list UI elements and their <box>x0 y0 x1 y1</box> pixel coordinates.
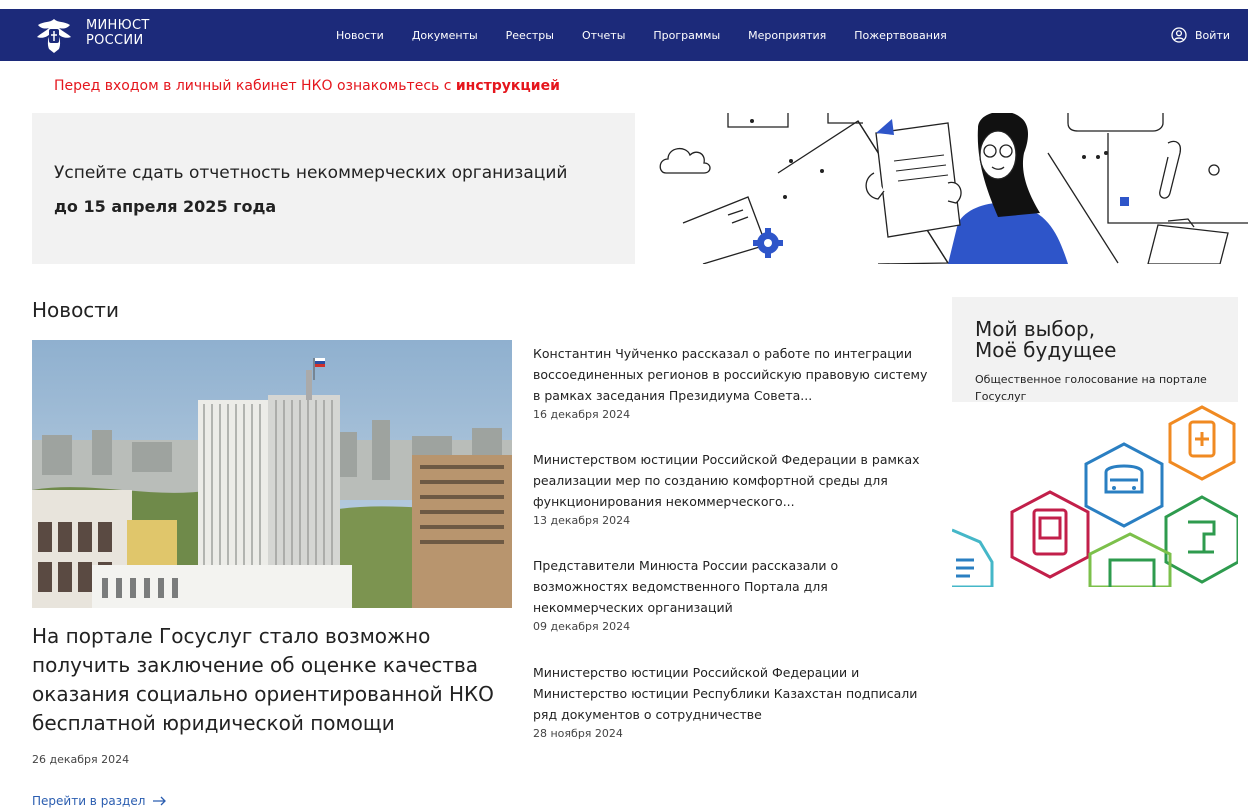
user-icon <box>1171 27 1187 43</box>
login-label: Войти <box>1195 28 1230 42</box>
promo-heading: Мой выбор, Моё будущее <box>975 319 1116 361</box>
nav-item-registries[interactable]: Реестры <box>506 29 554 42</box>
news-item-title[interactable]: Представители Минюста России рассказали … <box>533 555 933 618</box>
nav-item-documents[interactable]: Документы <box>412 29 478 42</box>
ministry-emblem-logo[interactable] <box>32 13 76 57</box>
news-item-title[interactable]: Министерством юстиции Российской Федерац… <box>533 449 933 512</box>
news-item-title[interactable]: Константин Чуйченко рассказал о работе п… <box>533 343 933 406</box>
go-to-section-link[interactable]: Перейти в раздел <box>32 794 167 808</box>
nav-item-reports[interactable]: Отчеты <box>582 29 625 42</box>
my-choice-promo-banner[interactable]: Мой выбор, Моё будущее Общественное голо… <box>952 297 1238 587</box>
go-to-section-label: Перейти в раздел <box>32 794 146 808</box>
notice-text: Перед входом в личный кабинет НКО ознако… <box>54 78 456 94</box>
banner-deadline: до 15 апреля 2025 года <box>54 197 277 216</box>
ministry-name[interactable]: МИНЮСТ РОССИИ <box>86 18 150 48</box>
main-news-photo[interactable] <box>32 340 512 608</box>
promo-header: Мой выбор, Моё будущее Общественное голо… <box>952 297 1238 403</box>
news-item-title[interactable]: Министерство юстиции Российской Федераци… <box>533 662 933 725</box>
nav-item-donations[interactable]: Пожертвования <box>854 29 946 42</box>
list-item[interactable]: Представители Минюста России рассказали … <box>533 555 933 633</box>
nav-item-events[interactable]: Мероприятия <box>748 29 826 42</box>
list-item[interactable]: Министерство юстиции Российской Федераци… <box>533 662 933 740</box>
top-navigation-bar: МИНЮСТ РОССИИ Новости Документы Реестры … <box>0 9 1248 61</box>
banner-illustration <box>648 113 1248 264</box>
promo-heading-line-1: Мой выбор, <box>975 317 1096 341</box>
login-button[interactable]: Войти <box>1171 9 1230 61</box>
instruction-link[interactable]: инструкцией <box>456 78 560 94</box>
main-news-date: 26 декабря 2024 <box>32 753 130 766</box>
arrow-right-icon <box>153 796 167 806</box>
news-item-date: 09 декабря 2024 <box>533 620 631 633</box>
service-icons-illustration <box>952 405 1238 587</box>
banner-text: Успейте сдать отчетность некоммерческих … <box>54 163 568 183</box>
news-section-title: Новости <box>32 298 119 322</box>
promo-subtitle: Общественное голосование на портале Госу… <box>975 373 1207 403</box>
logo-line-1: МИНЮСТ <box>86 18 150 33</box>
nav-item-programs[interactable]: Программы <box>653 29 720 42</box>
main-nav: Новости Документы Реестры Отчеты Програм… <box>336 9 975 61</box>
logo-line-2: РОССИИ <box>86 33 144 48</box>
nav-item-news[interactable]: Новости <box>336 29 384 42</box>
reporting-deadline-banner[interactable]: Успейте сдать отчетность некоммерческих … <box>32 113 635 264</box>
news-item-date: 28 ноября 2024 <box>533 727 623 740</box>
nko-login-notice: Перед входом в личный кабинет НКО ознако… <box>54 78 560 94</box>
list-item[interactable]: Министерством юстиции Российской Федерац… <box>533 449 933 527</box>
news-item-date: 16 декабря 2024 <box>533 408 631 421</box>
news-item-date: 13 декабря 2024 <box>533 514 631 527</box>
list-item[interactable]: Константин Чуйченко рассказал о работе п… <box>533 343 933 421</box>
promo-heading-line-2: Моё будущее <box>975 338 1117 362</box>
main-news-headline[interactable]: На портале Госуслуг стало возможно получ… <box>32 622 512 738</box>
